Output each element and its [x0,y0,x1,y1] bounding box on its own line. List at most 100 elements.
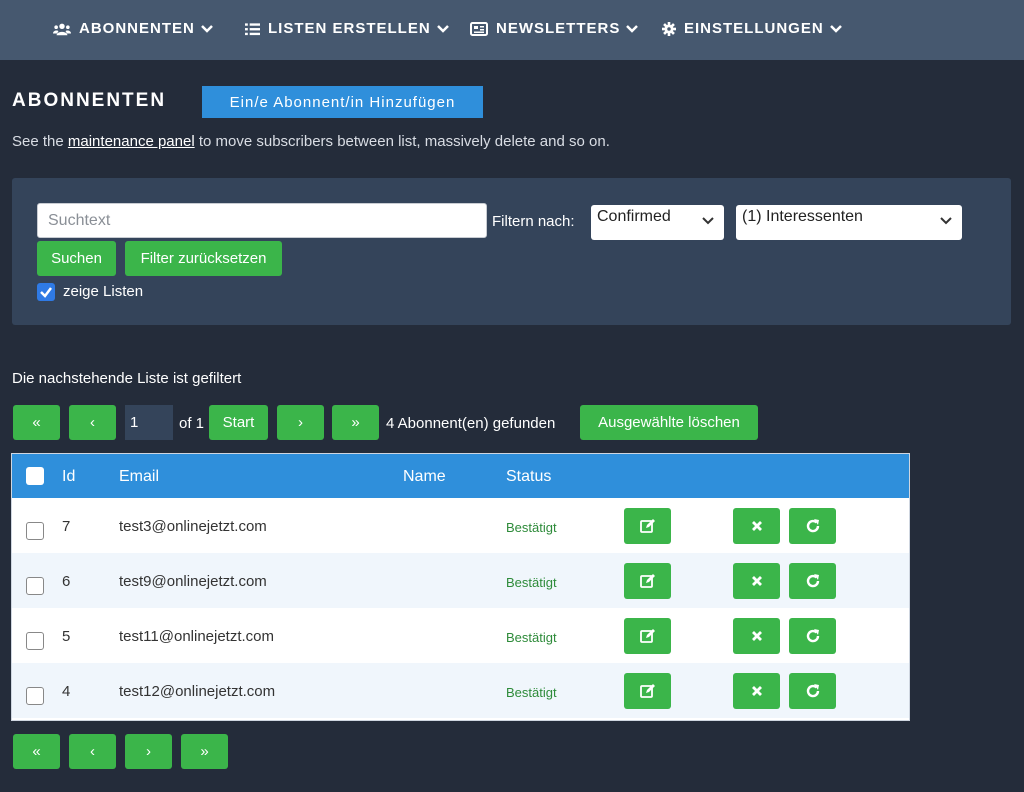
first-page-button[interactable]: « [13,405,60,440]
row-status: Bestätigt [506,630,557,645]
delete-button[interactable] [733,673,780,709]
row-id: 5 [62,628,71,645]
chevron-down-icon [436,24,449,33]
row-status: Bestätigt [506,520,557,535]
top-navigation: ABONNENTEN LISTEN ERSTELLEN NEWSLETTERS … [0,0,1024,60]
refresh-icon [806,684,819,698]
chevron-down-icon [200,24,213,33]
delete-button[interactable] [733,563,780,599]
delete-button[interactable] [733,618,780,654]
next-page-button-bottom[interactable]: › [125,734,172,769]
checkmark-icon [40,287,52,298]
table-row: 5 test11@onlinejetzt.com Bestätigt [12,608,909,663]
add-subscriber-button[interactable]: Ein/e Abonnent/in Hinzufügen [202,86,483,118]
table-row: 4 test12@onlinejetzt.com Bestätigt [12,663,909,718]
page-title: ABONNENTEN [12,90,167,111]
show-lists-checkbox[interactable] [37,283,55,301]
maintenance-panel-link[interactable]: maintenance panel [68,133,195,150]
search-input[interactable] [37,203,487,238]
chevron-down-icon [626,24,639,33]
edit-button[interactable] [624,618,671,654]
row-id: 7 [62,518,71,535]
next-page-button[interactable]: › [277,405,324,440]
refresh-button[interactable] [789,618,836,654]
row-email: test3@onlinejetzt.com [119,518,267,535]
header-id: Id [62,468,76,485]
row-email: test11@onlinejetzt.com [119,628,275,645]
edit-button[interactable] [624,563,671,599]
close-icon [751,631,762,641]
found-count: 4 Abonnent(en) gefunden [386,415,556,432]
refresh-button[interactable] [789,673,836,709]
newspaper-icon [470,21,488,36]
info-suffix: to move subscribers between list, massiv… [194,133,610,150]
edit-icon [639,629,655,643]
chevron-down-icon [702,217,714,225]
chevron-down-icon [829,24,842,33]
nav-label: NEWSLETTERS [496,20,621,37]
chevron-down-icon [940,217,952,225]
subscribers-table: Id Email Name Status 7 test3@onlinejetzt… [11,453,910,721]
delete-button[interactable] [733,508,780,544]
header-email: Email [119,468,160,485]
nav-item-abonnenten[interactable]: ABONNENTEN [53,20,214,37]
edit-button[interactable] [624,508,671,544]
users-icon [53,23,71,35]
nav-label: LISTEN ERSTELLEN [268,20,431,37]
filtered-note: Die nachstehende Liste ist gefiltert [12,370,242,387]
edit-icon [639,519,655,533]
first-page-button-bottom[interactable]: « [13,734,60,769]
edit-icon [639,684,655,698]
row-status: Bestätigt [506,575,557,590]
row-id: 4 [62,683,71,700]
close-icon [751,686,762,696]
list-icon [245,22,260,35]
nav-item-einstellungen[interactable]: EINSTELLUNGEN [662,20,843,37]
gear-icon [662,21,676,36]
row-email: test9@onlinejetzt.com [119,573,267,590]
select-all-checkbox[interactable] [26,467,44,485]
refresh-icon [806,574,819,588]
status-select[interactable]: Confirmed [591,205,724,240]
filter-panel: Filtern nach: Confirmed (1) Interessente… [12,178,1011,325]
nav-item-listen-erstellen[interactable]: LISTEN ERSTELLEN [245,20,450,37]
header-name: Name [403,468,446,485]
refresh-button[interactable] [789,563,836,599]
page-number-input[interactable] [125,405,173,440]
start-button[interactable]: Start [209,405,268,440]
prev-page-button[interactable]: ‹ [69,405,116,440]
table-row: 7 test3@onlinejetzt.com Bestätigt [12,498,909,553]
nav-label: EINSTELLUNGEN [684,20,824,37]
prev-page-button-bottom[interactable]: ‹ [69,734,116,769]
row-id: 6 [62,573,71,590]
edit-button[interactable] [624,673,671,709]
last-page-button-bottom[interactable]: » [181,734,228,769]
info-text: See the maintenance panel to move subscr… [12,133,610,150]
table-row: 6 test9@onlinejetzt.com Bestätigt [12,553,909,608]
search-button[interactable]: Suchen [37,241,116,276]
info-prefix: See the [12,133,68,150]
list-select[interactable]: (1) Interessenten [736,205,962,240]
row-checkbox[interactable] [26,632,44,650]
refresh-icon [806,519,819,533]
row-status: Bestätigt [506,685,557,700]
row-checkbox[interactable] [26,577,44,595]
table-header: Id Email Name Status [12,454,909,498]
edit-icon [639,574,655,588]
show-lists-label: zeige Listen [63,283,144,300]
nav-label: ABONNENTEN [79,20,195,37]
reset-filter-button[interactable]: Filter zurücksetzen [125,241,282,276]
header-status: Status [506,468,552,485]
page-of-label: of 1 [179,415,205,432]
close-icon [751,521,762,531]
status-select-value: Confirmed [597,208,671,225]
nav-item-newsletters[interactable]: NEWSLETTERS [470,20,639,37]
row-email: test12@onlinejetzt.com [119,683,276,700]
refresh-icon [806,629,819,643]
refresh-button[interactable] [789,508,836,544]
delete-selected-button[interactable]: Ausgewählte löschen [580,405,758,440]
row-checkbox[interactable] [26,522,44,540]
row-checkbox[interactable] [26,687,44,705]
last-page-button[interactable]: » [332,405,379,440]
filter-label: Filtern nach: [492,213,575,230]
